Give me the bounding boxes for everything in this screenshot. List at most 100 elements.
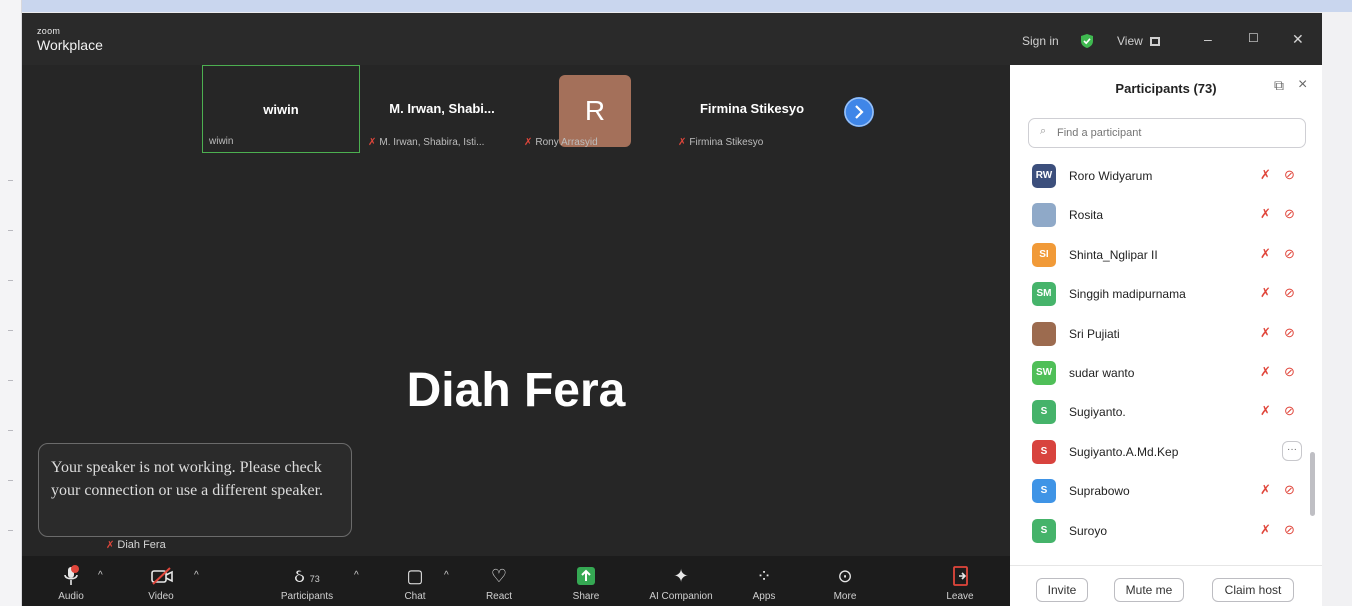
grid-view-icon[interactable] xyxy=(1150,37,1160,46)
participant-row[interactable]: SM Singgih madipurnama ✗ ⊘ xyxy=(1010,275,1322,314)
participant-row[interactable]: S Sugiyanto.A.Md.Kep ··· xyxy=(1010,433,1322,472)
mic-muted-icon: ✗ xyxy=(1260,324,1271,340)
video-off-icon: ⊘ xyxy=(1284,482,1295,498)
apps-icon: ⁘ xyxy=(756,566,772,586)
participants-options-chevron-icon[interactable]: ^ xyxy=(354,570,359,581)
mic-muted-icon: ✗ xyxy=(678,137,687,148)
participant-avatar: SM xyxy=(1032,282,1056,307)
speaker-warning-toast[interactable]: Your speaker is not working. Please chec… xyxy=(38,443,352,537)
participant-avatar: RW xyxy=(1032,164,1056,188)
background-window-titlebar xyxy=(0,0,1352,12)
mic-muted-icon: ✗ xyxy=(368,137,377,148)
participant-name: Sugiyanto.A.Md.Kep xyxy=(1069,444,1179,459)
mute-me-button[interactable]: Mute me xyxy=(1114,578,1184,602)
mic-muted-icon: ✗ xyxy=(1260,364,1271,379)
audio-label: Audio xyxy=(58,591,84,602)
tile-label-text: M. Irwan, Shabira, Isti... xyxy=(379,137,485,148)
audio-options-chevron-icon[interactable]: ^ xyxy=(98,570,103,581)
share-screen-icon xyxy=(577,567,595,585)
mic-muted-icon: ✗ xyxy=(524,137,533,148)
participant-row[interactable]: Rosita ✗ ⊘ xyxy=(1010,196,1322,235)
video-tile-firmina[interactable]: Firmina Stikesyo ✗ Firmina Stikesyo xyxy=(672,65,832,153)
mic-muted-icon: ✗ xyxy=(1260,167,1271,182)
video-off-icon: ⊘ xyxy=(1284,245,1295,261)
tile-display-name: M. Irwan, Shabi... xyxy=(389,101,495,116)
participant-name: Shinta_Nglipar II xyxy=(1069,247,1158,262)
mic-muted-icon: ✗ xyxy=(1260,285,1271,301)
mic-muted-icon: ✗ xyxy=(1260,482,1271,498)
participant-row[interactable]: SW sudar wanto ✗ ⊘ xyxy=(1010,354,1322,393)
mic-muted-icon: ✗ xyxy=(1260,521,1271,537)
tile-label-text: Rony Arrasyid xyxy=(535,137,598,148)
participant-avatar: SI xyxy=(1032,242,1056,267)
apps-label: Apps xyxy=(752,591,776,602)
video-off-icon: ⊘ xyxy=(1284,167,1295,182)
participant-row[interactable]: SI Shinta_Nglipar II ✗ ⊘ xyxy=(1010,236,1322,275)
chat-options-chevron-icon[interactable]: ^ xyxy=(444,570,449,581)
background-window-scroll xyxy=(1322,12,1352,606)
participant-more-icon[interactable]: ··· xyxy=(1282,440,1302,461)
ruler-tick xyxy=(8,180,13,181)
tile-name-label: wiwin xyxy=(209,136,234,147)
participant-avatar: S xyxy=(1032,518,1056,543)
brand-workplace: Workplace xyxy=(37,37,103,53)
video-options-chevron-icon[interactable]: ^ xyxy=(194,570,199,581)
mic-muted-icon: ✗ xyxy=(1260,206,1271,222)
participant-name: Singgih madipurnama xyxy=(1069,287,1186,302)
participant-search-input[interactable] xyxy=(1028,118,1306,148)
video-tile-m-irwan[interactable]: M. Irwan, Shabi... ✗ M. Irwan, Shabira, I… xyxy=(362,65,522,153)
minimize-button[interactable]: – xyxy=(1204,31,1212,47)
ruler-tick xyxy=(8,280,13,281)
active-speaker-name: Diah Fera xyxy=(406,364,626,417)
sparkle-icon: ✦ xyxy=(673,566,689,586)
video-off-icon: ⊘ xyxy=(1284,285,1295,301)
share-label: Share xyxy=(572,591,600,602)
participant-list-scrollbar[interactable] xyxy=(1310,452,1315,516)
panel-footer: Invite Mute me Claim host xyxy=(1010,565,1322,606)
invite-button[interactable]: Invite xyxy=(1036,578,1088,602)
active-speaker-label-text: Diah Fera xyxy=(117,539,166,551)
tile-display-name: wiwin xyxy=(263,102,299,117)
participant-list: RW Roro Widyarum ✗ ⊘ Rosita ✗ ⊘ SI Shinta_Nglipa… xyxy=(1010,157,1322,565)
ruler-tick xyxy=(8,430,13,431)
participants-count: 73 xyxy=(309,574,320,584)
close-panel-icon[interactable]: × xyxy=(1298,76,1307,94)
ruler-tick xyxy=(8,230,13,231)
maximize-button[interactable]: ☐ xyxy=(1248,31,1259,45)
background-document-ruler xyxy=(0,0,22,606)
participant-row[interactable]: Sri Pujiati ✗ ⊘ xyxy=(1010,315,1322,354)
meeting-toolbar: Audio ^ Video ^ ઠ 73 Participants ^ ▢ Ch… xyxy=(22,556,1010,606)
video-off-icon: ⊘ xyxy=(1284,206,1295,222)
tile-name-label: ✗ Rony Arrasyid xyxy=(524,137,598,148)
participant-row[interactable]: S Suroyo ✗ ⊘ xyxy=(1010,512,1322,551)
pop-out-icon[interactable]: ⧉ xyxy=(1274,77,1284,94)
video-off-icon: ⊘ xyxy=(1284,324,1295,340)
participant-name: sudar wanto xyxy=(1069,366,1135,380)
video-tile-rony[interactable]: ✗ Rony Arrasyid xyxy=(518,65,668,153)
participants-label: Participants xyxy=(280,591,334,602)
shield-check-icon[interactable] xyxy=(1080,33,1094,49)
participant-avatar xyxy=(1032,203,1056,228)
participant-avatar: S xyxy=(1032,439,1056,464)
participant-row[interactable]: S Sugiyanto. ✗ ⊘ xyxy=(1010,393,1322,432)
sign-in-link[interactable]: Sign in xyxy=(1022,34,1059,48)
participant-name: Suroyo xyxy=(1069,523,1108,538)
participant-name: Sugiyanto. xyxy=(1069,405,1126,420)
react-label: React xyxy=(485,591,513,602)
next-page-chevron-icon[interactable] xyxy=(844,97,874,127)
leave-door-icon xyxy=(953,566,968,586)
participant-row[interactable]: RW Roro Widyarum ✗ ⊘ xyxy=(1010,157,1322,196)
video-tile-wiwin[interactable]: wiwin wiwin xyxy=(202,65,360,153)
close-window-button[interactable]: ✕ xyxy=(1292,31,1304,48)
claim-host-button[interactable]: Claim host xyxy=(1212,578,1294,602)
ruler-tick xyxy=(8,330,13,331)
leave-label: Leave xyxy=(946,591,974,602)
tile-display-name: Firmina Stikesyo xyxy=(699,101,805,116)
participant-row[interactable]: S Suprabowo ✗ ⊘ xyxy=(1010,472,1322,511)
video-off-icon: ⊘ xyxy=(1284,364,1295,379)
participant-avatar: S xyxy=(1032,479,1056,504)
view-button[interactable]: View xyxy=(1117,34,1143,48)
participant-name: Roro Widyarum xyxy=(1069,169,1153,183)
participant-avatar: S xyxy=(1032,400,1056,425)
search-icon: ⌕ xyxy=(1040,125,1047,137)
